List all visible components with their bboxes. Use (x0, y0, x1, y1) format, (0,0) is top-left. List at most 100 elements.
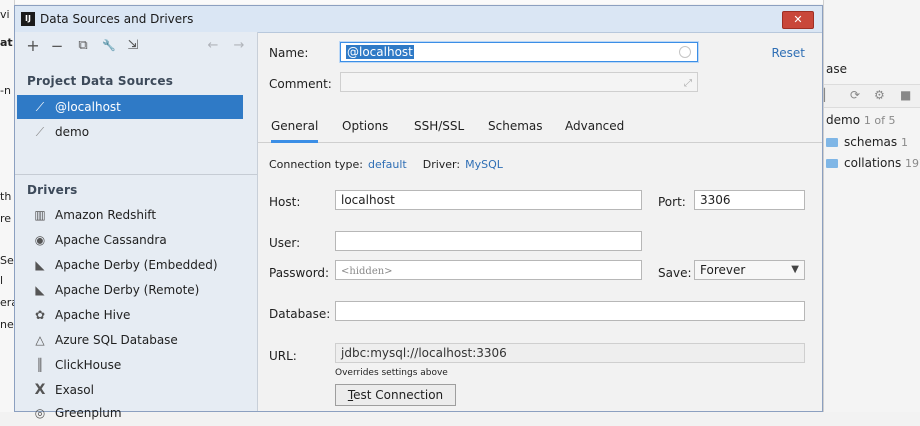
cassandra-icon: ◉ (34, 233, 46, 247)
forward-arrow-icon[interactable]: → (231, 38, 247, 54)
intellij-app-icon: IJ (21, 12, 35, 26)
toolbar-edge-icon[interactable]: ▏ (824, 88, 838, 102)
folder-icon (826, 159, 838, 168)
driver-apache-derby-embedded[interactable]: ◣ Apache Derby (Embedded) (15, 253, 257, 278)
driver-label: Driver: (422, 158, 461, 171)
name-input[interactable]: @localhost (340, 42, 698, 62)
user-input[interactable] (335, 231, 642, 251)
data-source-demo[interactable]: ⟋ demo (17, 120, 243, 144)
database-tab-fragment[interactable]: ase (826, 62, 847, 76)
back-arrow-icon[interactable]: ← (205, 38, 221, 54)
save-label: Save: (658, 266, 692, 280)
tree-root-demo[interactable]: demo 1 of 5 (826, 113, 895, 127)
driver-link[interactable]: MySQL (465, 158, 503, 171)
dialog-titlebar[interactable]: IJ Data Sources and Drivers ✕ (15, 6, 822, 33)
connection-type-link[interactable]: default (368, 158, 407, 171)
connection-info: Connection type: default Driver: MySQL (269, 158, 519, 171)
host-input[interactable]: localhost (335, 190, 642, 210)
refresh-icon[interactable]: ⟳ (850, 88, 864, 102)
sidebar-divider (15, 174, 257, 175)
driver-apache-cassandra[interactable]: ◉ Apache Cassandra (15, 228, 257, 253)
expand-icon[interactable]: ⤢ (684, 75, 692, 91)
tab-general[interactable]: General (271, 119, 319, 143)
sidebar-toolbar: + − ⧉ 🔧 ⇲ ← → (15, 32, 257, 60)
host-label: Host: (269, 195, 301, 209)
data-sources-dialog: IJ Data Sources and Drivers ✕ + − ⧉ 🔧 ⇲ … (14, 5, 823, 420)
test-connection-button[interactable]: Test Connection (335, 384, 456, 406)
bg-fragment: re (0, 212, 12, 225)
url-label: URL: (269, 349, 297, 363)
bg-fragment: at (0, 36, 13, 49)
data-source-localhost[interactable]: ⟋ @localhost (17, 95, 243, 119)
azure-icon: △ (35, 333, 45, 347)
data-source-settings: Name: @localhost Reset Comment: ⤢ Genera… (258, 32, 822, 411)
duplicate-icon[interactable]: ⧉ (75, 38, 91, 54)
database-input[interactable] (335, 301, 805, 321)
tree-item-collations[interactable]: collations 197 (826, 156, 920, 170)
bg-fragment: -n (0, 84, 11, 97)
user-label: User: (269, 236, 301, 250)
ide-database-panel: ase ▏ ⟳ ⚙ ■ demo 1 of 5 schemas 1 collat… (823, 0, 920, 412)
port-label: Port: (658, 195, 686, 209)
wrench-icon[interactable]: 🔧 (101, 38, 117, 54)
bg-fragment: vi (0, 8, 10, 21)
connection-type-label: Connection type: (269, 158, 364, 171)
tab-advanced[interactable]: Advanced (565, 119, 624, 133)
ide-top-strip (0, 0, 920, 4)
comment-label: Comment: (269, 77, 332, 91)
color-circle-icon[interactable] (679, 46, 691, 58)
save-select[interactable]: Forever ▼ (694, 260, 805, 280)
dialog-title: Data Sources and Drivers (40, 12, 194, 26)
tab-ssh-ssl[interactable]: SSH/SSL (414, 119, 464, 133)
dolphin-icon: ⟋ (35, 125, 45, 139)
exasol-icon: X (34, 382, 46, 398)
bg-fragment: Se (0, 254, 14, 267)
password-label: Password: (269, 266, 330, 280)
driver-apache-derby-remote[interactable]: ◣ Apache Derby (Remote) (15, 278, 257, 303)
add-icon[interactable]: + (25, 38, 41, 54)
bg-fragment: ne (0, 318, 14, 331)
settings-tabs: General Options SSH/SSL Schemas Advanced (258, 112, 822, 143)
reset-link[interactable]: Reset (771, 46, 805, 60)
folder-icon (826, 138, 838, 147)
bg-fragment: l (0, 274, 4, 287)
tree-count: 1 of 5 (863, 114, 896, 127)
remove-icon[interactable]: − (49, 38, 65, 54)
database-panel-toolbar: ▏ ⟳ ⚙ ■ (824, 84, 920, 108)
derby-icon: ◣ (35, 258, 45, 272)
clickhouse-icon: ║ (36, 358, 44, 372)
driver-apache-hive[interactable]: ✿ Apache Hive (15, 303, 257, 328)
comment-input[interactable]: ⤢ (340, 72, 698, 92)
port-input[interactable]: 3306 (694, 190, 805, 210)
url-input[interactable]: jdbc:mysql://localhost:3306 (335, 343, 805, 363)
stop-icon[interactable]: ■ (900, 88, 914, 102)
drivers-header: Drivers (27, 183, 78, 197)
database-label: Database: (269, 307, 331, 321)
password-input[interactable]: <hidden> (335, 260, 642, 280)
derby-icon: ◣ (35, 283, 45, 297)
chevron-down-icon: ▼ (791, 264, 799, 275)
name-value: @localhost (346, 45, 414, 59)
driver-clickhouse[interactable]: ║ ClickHouse (15, 353, 257, 378)
close-button[interactable]: ✕ (782, 11, 814, 29)
data-sources-sidebar: + − ⧉ 🔧 ⇲ ← → Project Data Sources ⟋ @lo… (15, 32, 258, 420)
driver-azure-sql[interactable]: △ Azure SQL Database (15, 328, 257, 353)
driver-greenplum[interactable]: ◎ Greenplum (15, 401, 257, 426)
project-data-sources-header: Project Data Sources (27, 74, 174, 88)
driver-amazon-redshift[interactable]: ▥ Amazon Redshift (15, 203, 257, 228)
greenplum-icon: ◎ (34, 406, 46, 420)
bg-fragment: th (0, 190, 12, 203)
name-label: Name: (269, 46, 309, 60)
ide-background-left: vi at -n th re Se l era ne (0, 0, 18, 412)
tab-options[interactable]: Options (342, 119, 388, 133)
password-placeholder: <hidden> (341, 266, 393, 277)
import-icon[interactable]: ⇲ (125, 38, 141, 54)
dolphin-icon: ⟋ (35, 100, 45, 114)
schema-settings-icon[interactable]: ⚙ (874, 88, 888, 102)
driver-exasol[interactable]: X Exasol (15, 378, 257, 403)
tab-schemas[interactable]: Schemas (488, 119, 543, 133)
hive-icon: ✿ (34, 308, 46, 322)
url-hint: Overrides settings above (335, 368, 448, 378)
redshift-icon: ▥ (34, 208, 46, 222)
tree-item-schemas[interactable]: schemas 1 (826, 135, 908, 149)
